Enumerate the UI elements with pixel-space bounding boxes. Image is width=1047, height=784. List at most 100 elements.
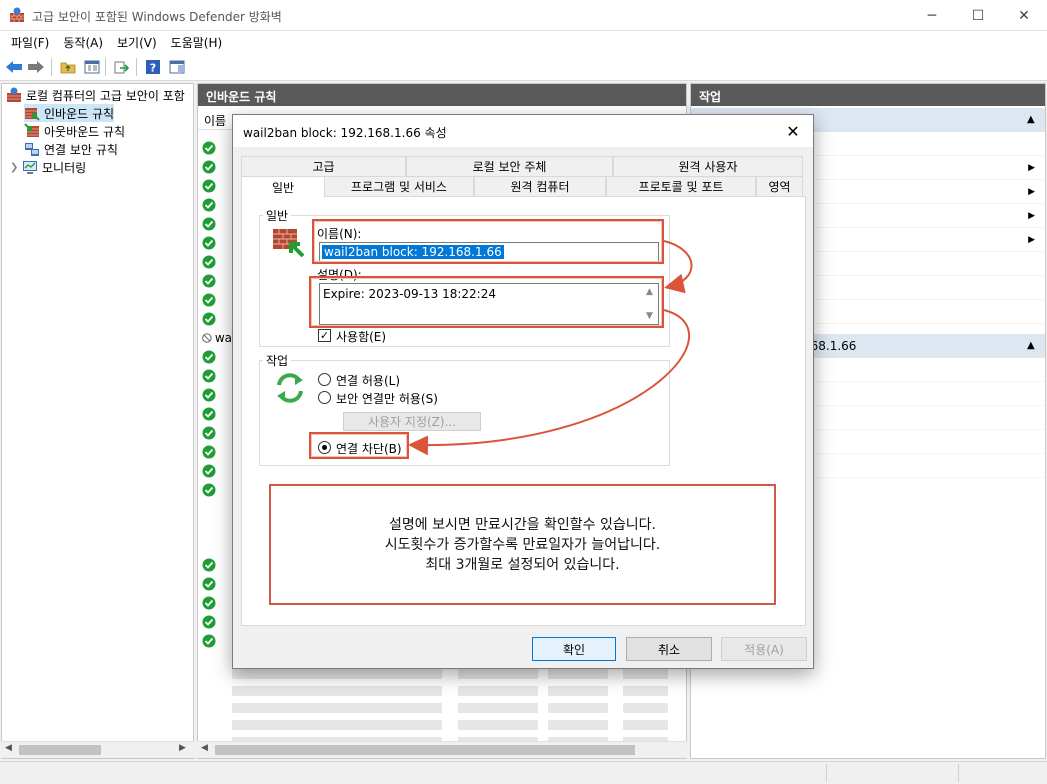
up-folder-button[interactable] — [58, 57, 78, 77]
table-row[interactable] — [202, 347, 232, 366]
table-row[interactable] — [202, 574, 232, 593]
panel-icon — [84, 60, 100, 74]
allowed-check-icon — [202, 217, 216, 230]
blurred-row — [548, 686, 608, 696]
help-button[interactable]: ? — [143, 57, 163, 77]
scroll-thumb[interactable] — [19, 745, 101, 755]
tab-remote-computers[interactable]: 원격 컴퓨터 — [474, 176, 606, 196]
scroll-down-icon[interactable]: ▼ — [646, 311, 653, 321]
tab-protocols-ports[interactable]: 프로토콜 및 포트 — [606, 176, 756, 196]
table-row[interactable] — [202, 404, 232, 423]
menu-view[interactable]: 보기(V) — [110, 34, 164, 51]
description-scrollbar[interactable]: ▲ ▼ — [641, 284, 658, 324]
table-row[interactable] — [202, 233, 232, 252]
minimize-button[interactable]: ─ — [909, 0, 955, 31]
general-group-label: 일반 — [263, 207, 292, 224]
table-row[interactable]: wa — [202, 328, 232, 347]
show-action-pane-button[interactable] — [167, 57, 187, 77]
scroll-right-icon[interactable]: ▶ — [179, 743, 186, 753]
inbound-rules-icon — [25, 108, 40, 121]
table-row[interactable] — [202, 612, 232, 631]
table-row[interactable] — [202, 461, 232, 480]
table-row[interactable] — [202, 157, 232, 176]
table-row[interactable] — [202, 385, 232, 404]
block-connection-radio[interactable] — [318, 441, 331, 454]
expand-chevron-icon[interactable]: ❯ — [10, 162, 22, 173]
customize-button[interactable]: 사용자 지정(Z)... — [343, 412, 481, 431]
table-row[interactable] — [202, 480, 232, 499]
tab-remote-users[interactable]: 원격 사용자 — [613, 156, 803, 176]
rule-firewall-icon — [273, 229, 305, 257]
submenu-arrow-icon: ▶ — [1028, 186, 1035, 197]
enabled-checkbox[interactable]: ✓ — [318, 329, 331, 342]
apply-button[interactable]: 적용(A) — [721, 637, 807, 661]
scroll-thumb[interactable] — [215, 745, 635, 755]
export-button[interactable] — [112, 57, 132, 77]
description-input[interactable]: Expire: 2023-09-13 18:22:24 ▲ ▼ — [319, 283, 659, 325]
list-horizontal-scrollbar[interactable]: ◀ — [197, 741, 687, 758]
allowed-check-icon — [202, 141, 216, 154]
name-input[interactable]: wail2ban block: 192.168.1.66 — [319, 242, 659, 262]
allowed-check-icon — [202, 407, 216, 420]
table-row[interactable] — [202, 366, 232, 385]
scroll-left-icon[interactable]: ◀ — [201, 743, 208, 753]
tree-horizontal-scrollbar[interactable]: ◀ ▶ — [1, 741, 194, 758]
menu-file[interactable]: 파일(F) — [4, 34, 56, 51]
tree-root-label: 로컬 컴퓨터의 고급 보안이 포함 — [26, 88, 185, 103]
connection-security-icon — [25, 143, 39, 156]
collapse-icon[interactable]: ▲ — [1027, 340, 1035, 351]
blurred-row — [232, 720, 442, 730]
table-row[interactable] — [202, 176, 232, 195]
tree-root[interactable]: 로컬 컴퓨터의 고급 보안이 포함 — [6, 86, 185, 104]
action-group-label: 작업 — [263, 352, 292, 369]
scroll-left-icon[interactable]: ◀ — [5, 743, 12, 753]
menu-help[interactable]: 도움말(H) — [164, 34, 230, 51]
maximize-button[interactable]: ☐ — [955, 0, 1001, 31]
tab-general[interactable]: 일반 — [241, 176, 325, 197]
blurred-row — [458, 669, 538, 679]
allowed-check-icon — [202, 293, 216, 306]
table-row[interactable] — [202, 423, 232, 442]
monitoring-icon — [23, 161, 37, 174]
navigation-tree: 로컬 컴퓨터의 고급 보안이 포함 인바운드 규칙 아웃바운드 규칙 연결 보안… — [1, 83, 194, 759]
back-button[interactable] — [4, 57, 24, 77]
table-row[interactable] — [202, 195, 232, 214]
scroll-up-icon[interactable]: ▲ — [646, 287, 653, 297]
table-row[interactable] — [202, 593, 232, 612]
block-connection-label: 연결 차단(B) — [336, 442, 402, 456]
table-row[interactable] — [202, 442, 232, 461]
allow-secure-radio[interactable] — [318, 391, 331, 404]
table-row[interactable] — [202, 252, 232, 271]
close-button[interactable]: ✕ — [1001, 0, 1047, 31]
collapse-icon[interactable]: ▲ — [1027, 114, 1035, 125]
allowed-check-icon — [202, 179, 216, 192]
table-row[interactable] — [202, 138, 232, 157]
dialog-close-button[interactable]: ✕ — [781, 119, 805, 143]
tree-item-connection-security[interactable]: 연결 보안 규칙 — [24, 140, 118, 158]
cancel-button[interactable]: 취소 — [626, 637, 712, 661]
table-row[interactable] — [202, 290, 232, 309]
tab-programs-services[interactable]: 프로그램 및 서비스 — [324, 176, 474, 196]
table-row[interactable] — [202, 555, 232, 574]
table-row[interactable] — [202, 271, 232, 290]
blurred-row — [458, 720, 538, 730]
tab-local-principals[interactable]: 로컬 보안 주체 — [406, 156, 613, 176]
tree-item-monitoring[interactable]: ❯ 모니터링 — [10, 158, 86, 176]
table-row[interactable] — [202, 309, 232, 328]
allowed-check-icon — [202, 312, 216, 325]
tab-scope[interactable]: 영역 — [756, 176, 803, 196]
ok-button[interactable]: 확인 — [532, 637, 616, 661]
allow-connection-radio[interactable] — [318, 373, 331, 386]
forward-button[interactable] — [26, 57, 46, 77]
tree-item-outbound-rules[interactable]: 아웃바운드 규칙 — [24, 122, 125, 140]
table-row[interactable] — [202, 631, 232, 650]
table-row[interactable] — [202, 214, 232, 233]
menu-action[interactable]: 동작(A) — [56, 34, 110, 51]
allowed-check-icon — [202, 198, 216, 211]
show-tree-button[interactable] — [82, 57, 102, 77]
tab-advanced[interactable]: 고급 — [241, 156, 406, 176]
allowed-check-icon — [202, 274, 216, 287]
tree-item-inbound-rules[interactable]: 인바운드 규칙 — [24, 104, 115, 122]
description-value: Expire: 2023-09-13 18:22:24 — [323, 287, 496, 301]
action-pane-icon — [169, 60, 185, 74]
